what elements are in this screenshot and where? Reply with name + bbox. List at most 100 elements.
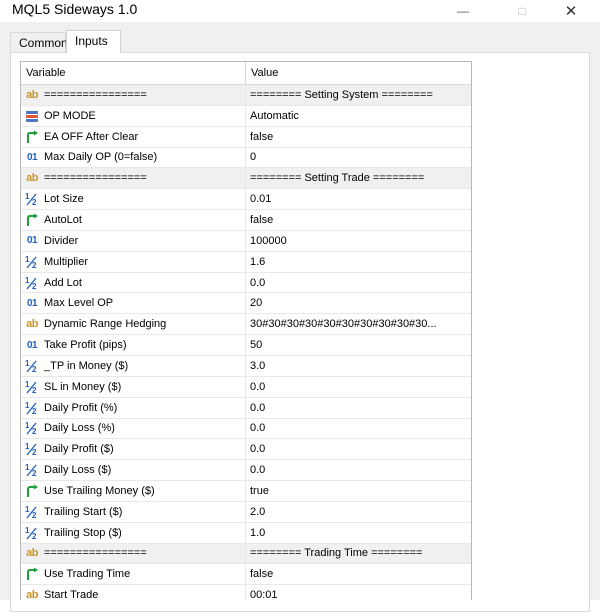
variable-cell[interactable]: ab Start Trade [21,585,246,600]
table-row[interactable]: OP MODE Automatic [21,105,471,127]
variable-cell[interactable]: ab ================ [21,543,246,564]
value-cell[interactable]: ======== Setting System ======== [246,85,471,105]
variable-cell[interactable]: 1 2 Multiplier [21,251,246,272]
value-cell[interactable]: false [246,564,471,584]
value-cell[interactable]: 0.0 [246,377,471,397]
table-row[interactable]: 1 2 Trailing Start ($) 2.0 [21,501,471,523]
string-type-icon: ab [26,318,38,331]
variable-cell[interactable]: 1 2 Add Lot [21,272,246,293]
column-header-variable[interactable]: Variable [21,62,246,84]
variable-cell[interactable]: 1 2 _TP in Money ($) [21,355,246,376]
double-type-icon: 12 [24,421,40,435]
variable-cell[interactable]: ab Dynamic Range Hedging [21,314,246,335]
table-row[interactable]: 01 Divider 100000 [21,230,471,252]
value-cell[interactable]: 2.0 [246,502,471,522]
table-row[interactable]: 01 Take Profit (pips) 50 [21,335,471,356]
value-cell[interactable]: false [246,127,471,147]
table-row[interactable]: 01 Max Level OP 20 [21,293,471,315]
close-button[interactable]: ✕ [548,0,594,22]
value-cell[interactable]: 50 [246,335,471,355]
double-type-icon: 12 [24,505,40,519]
integer-type-icon: 01 [26,151,38,163]
svg-text:1: 1 [25,442,30,451]
value-cell[interactable]: 3.0 [246,356,471,376]
value-cell[interactable]: true [246,481,471,501]
table-row[interactable]: 1 2 Lot Size 0.01 [21,189,471,211]
table-row[interactable]: 1 2 Add Lot 0.0 [21,272,471,294]
value-cell[interactable]: 0.0 [246,419,471,439]
value-cell[interactable]: 1.0 [246,523,471,543]
value-text: 00:01 [250,589,278,600]
variable-cell[interactable]: OP MODE [21,105,246,126]
variable-name: ================ [44,88,147,101]
table-row[interactable]: 1 2 SL in Money ($) 0.0 [21,376,471,398]
minimize-button[interactable]: — [440,0,486,22]
table-row[interactable]: 1 2 Daily Loss ($) 0.0 [21,460,471,482]
table-row[interactable]: 1 2 Daily Loss (%) 0.0 [21,418,471,440]
value-cell[interactable]: false [246,210,471,230]
variable-name: Start Trade [44,589,99,600]
minimize-icon: — [457,4,469,18]
table-row[interactable]: 1 2 Daily Profit (%) 0.0 [21,397,471,419]
value-cell[interactable]: Automatic [246,106,471,126]
variable-cell[interactable]: ab ================ [21,85,246,105]
variable-cell[interactable]: 01 Divider [21,230,246,251]
table-row[interactable]: 1 2 _TP in Money ($) 3.0 [21,355,471,377]
variable-cell[interactable]: 1 2 Daily Loss (%) [21,418,246,439]
variable-cell[interactable]: 1 2 Trailing Start ($) [21,501,246,522]
maximize-button[interactable]: □ [499,0,545,22]
table-row[interactable]: ab ================ ======== Setting Trade… [21,168,471,190]
table-row[interactable]: 01 Max Daily OP (0=false) 0 [21,147,471,169]
value-cell[interactable]: ======== Trading Time ======== [246,544,471,564]
table-row[interactable]: ab Dynamic Range Hedging 30#30#30#30#30#30… [21,314,471,336]
table-row[interactable]: Use Trading Time false [21,564,471,586]
table-row[interactable]: EA OFF After Clear false [21,126,471,148]
table-row[interactable]: ab ================ ======== Setting Syste… [21,85,471,106]
value-cell[interactable]: 100000 [246,231,471,251]
value-cell[interactable]: ======== Setting Trade ======== [246,168,471,188]
variable-cell[interactable]: 01 Take Profit (pips) [21,335,246,355]
svg-text:1: 1 [25,421,30,430]
integer-type-icon: 01 [26,235,38,247]
variable-cell[interactable]: Use Trailing Money ($) [21,481,246,501]
variable-cell[interactable]: 01 Max Level OP [21,293,246,314]
value-text: 0.0 [250,443,266,456]
value-cell[interactable]: 0 [246,148,471,168]
variable-cell[interactable]: ab ================ [21,168,246,189]
value-cell[interactable]: 0.0 [246,460,471,480]
tab-common[interactable]: Common [10,32,68,52]
variable-name: Use Trailing Money ($) [44,484,155,497]
value-cell[interactable]: 20 [246,293,471,313]
value-cell[interactable]: 0.01 [246,189,471,209]
variable-cell[interactable]: 1 2 Trailing Stop ($) [21,522,246,543]
table-row[interactable]: AutoLot false [21,210,471,231]
value-cell[interactable]: 0.0 [246,439,471,459]
value-cell[interactable]: 30#30#30#30#30#30#30#30#30#30... [246,314,471,334]
table-row[interactable]: 1 2 Multiplier 1.6 [21,251,471,273]
variable-cell[interactable]: 1 2 Daily Loss ($) [21,460,246,481]
table-row[interactable]: ab Start Trade 00:01 [21,585,471,600]
svg-text:1: 1 [25,463,30,472]
variable-cell[interactable]: 1 2 Daily Profit ($) [21,439,246,460]
value-cell[interactable]: 0.0 [246,273,471,293]
variable-cell[interactable]: 1 2 SL in Money ($) [21,376,246,397]
table-row[interactable]: ab ================ ======== Trading Time … [21,543,471,565]
value-cell[interactable]: 1.6 [246,252,471,272]
svg-text:2: 2 [32,261,37,269]
value-text: 100000 [250,234,287,247]
table-row[interactable]: Use Trailing Money ($) true [21,481,471,502]
tab-inputs[interactable]: Inputs [66,30,121,53]
variable-cell[interactable]: 1 2 Daily Profit (%) [21,397,246,418]
variable-cell[interactable]: EA OFF After Clear [21,126,246,147]
variable-cell[interactable]: Use Trading Time [21,564,246,585]
column-header-value[interactable]: Value [246,62,471,84]
variable-cell[interactable]: 01 Max Daily OP (0=false) [21,147,246,168]
value-cell[interactable]: 00:01 [246,585,471,600]
title-bar: MQL5 Sideways 1.0 — □ ✕ [0,0,600,22]
value-cell[interactable]: 0.0 [246,398,471,418]
variable-cell[interactable]: 1 2 Lot Size [21,189,246,210]
table-row[interactable]: 1 2 Trailing Stop ($) 1.0 [21,522,471,544]
table-row[interactable]: 1 2 Daily Profit ($) 0.0 [21,439,471,461]
double-type-icon: 12 [24,255,40,269]
variable-cell[interactable]: AutoLot [21,210,246,230]
